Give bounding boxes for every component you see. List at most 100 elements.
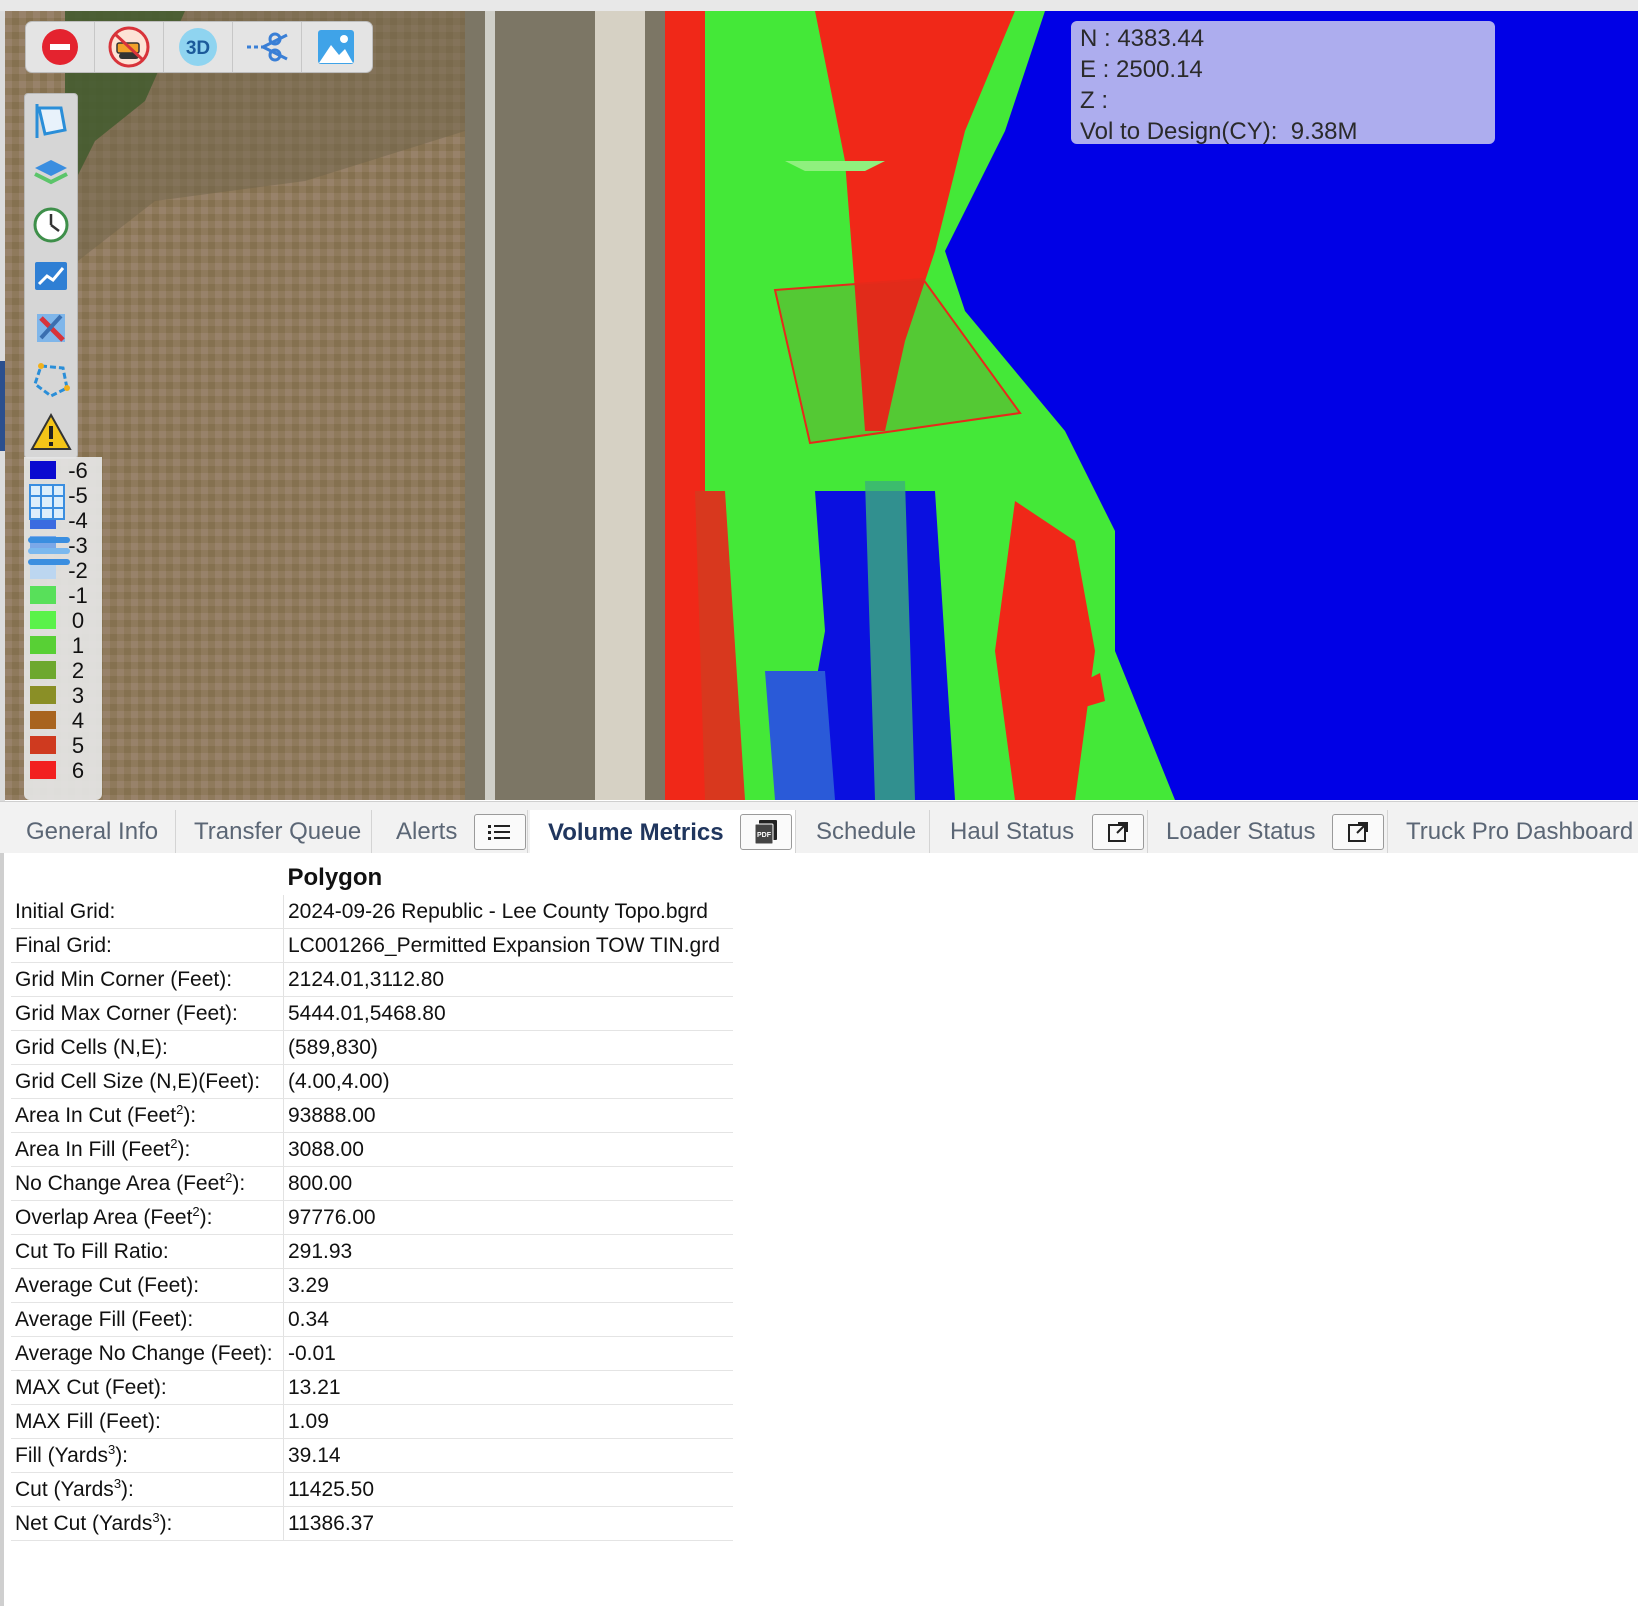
stop-button[interactable] (26, 22, 95, 72)
metric-label-text: Area In Cut (Feet (15, 1103, 177, 1127)
volume-value: 9.38M (1290, 118, 1358, 145)
tab-transfer-queue[interactable]: Transfer Queue (176, 810, 372, 854)
metric-label: Grid Min Corner (Feet): (11, 962, 284, 997)
tools-icon (37, 314, 65, 342)
metric-label: Final Grid: (11, 928, 284, 963)
legend-row: 2 (24, 657, 102, 683)
metric-label-tail: ): (177, 1137, 191, 1161)
metric-label-tail: ): (115, 1443, 129, 1467)
haul-status-popout-button[interactable] (1092, 814, 1144, 850)
metric-value: 97776.00 (283, 1200, 733, 1235)
metric-label-text: Grid Max Corner (Feet): (15, 1001, 238, 1025)
table-row: Grid Cell Size (N,E)(Feet): (4.00,4.00) (11, 1064, 733, 1099)
warning-icon (30, 412, 72, 450)
polygon-select-button[interactable] (25, 94, 77, 146)
legend-label: 2 (71, 658, 85, 683)
alerts-list-button[interactable] (474, 814, 526, 850)
metric-label-text: Average No Change (Feet): (15, 1341, 273, 1365)
layers-icon (34, 160, 68, 185)
polygon-select-icon (35, 104, 67, 138)
view-3d-button[interactable]: 3D (164, 22, 233, 72)
metric-label-tail: ): (183, 1103, 197, 1127)
legend-label: 5 (71, 733, 85, 758)
legend-swatch (30, 686, 56, 704)
legend-swatch (30, 711, 56, 729)
metric-label-text: Net Cut (Yards (15, 1511, 153, 1535)
metric-label-text: Grid Cell Size (N,E)(Feet): (15, 1069, 261, 1093)
metric-label: MAX Cut (Feet): (11, 1370, 284, 1405)
metric-value: 2124.01,3112.80 (283, 962, 733, 997)
metric-value: -0.01 (283, 1336, 733, 1371)
table-row: MAX Cut (Feet): 13.21 (11, 1370, 733, 1405)
image-button[interactable] (302, 22, 370, 72)
table-row: Initial Grid: 2024-09-26 Republic - Lee C… (11, 895, 733, 929)
metric-unit-exponent: 2 (192, 1203, 200, 1219)
metric-label-text: No Change Area (Feet (15, 1171, 226, 1195)
loader-status-popout-button[interactable] (1332, 814, 1384, 850)
metric-label: MAX Fill (Feet): (11, 1404, 284, 1439)
metric-unit-exponent: 3 (152, 1509, 160, 1525)
metric-label-text: Fill (Yards (15, 1443, 108, 1467)
table-row: Average Fill (Feet): 0.34 (11, 1302, 733, 1337)
polygon-header: Polygon (287, 864, 383, 891)
volume-pdf-button[interactable]: PDF (740, 814, 792, 850)
lines-icon (28, 537, 70, 565)
legend-row: 4 (24, 707, 102, 733)
map-view[interactable]: 3D -6 -5 -4 -3 -2 -1 0 1 2 3 4 5 6 N: 4… (5, 11, 1638, 800)
volume-label: Vol to Design(CY): (1080, 118, 1278, 145)
machine-toggle-button[interactable] (95, 22, 164, 72)
tab-general-info[interactable]: General Info (8, 810, 176, 854)
list-icon (488, 825, 510, 840)
tab-label: Alerts (396, 818, 458, 845)
metric-label: Cut To Fill Ratio: (11, 1234, 284, 1269)
legend-swatch (30, 461, 56, 479)
table-row: Grid Cells (N,E): (589,830) (11, 1030, 733, 1065)
legend-swatch (30, 761, 56, 779)
metric-value: 93888.00 (283, 1098, 733, 1133)
tab-schedule[interactable]: Schedule (798, 810, 930, 854)
metric-label-text: Final Grid: (15, 933, 112, 957)
table-row: Grid Min Corner (Feet): 2124.01,3112.80 (11, 962, 733, 997)
metric-value: 0.34 (283, 1302, 733, 1337)
svg-text:3D: 3D (186, 38, 210, 59)
table-row: Area In Cut (Feet2): 93888.00 (11, 1098, 733, 1133)
metric-label: Grid Cells (N,E): (11, 1030, 284, 1065)
legend-swatch (30, 611, 56, 629)
grid-button[interactable] (26, 481, 68, 528)
metric-value: 291.93 (283, 1234, 733, 1269)
metric-label-tail: ): (159, 1511, 173, 1535)
tab-truck-pro-dashboard[interactable]: Truck Pro Dashboard (1388, 810, 1638, 854)
legend-label: 6 (71, 758, 85, 783)
draw-polygon-button[interactable] (25, 354, 77, 406)
cut-line-icon (247, 32, 288, 62)
chart-button[interactable] (25, 250, 77, 302)
legend-row: 5 (24, 732, 102, 758)
lines-button[interactable] (26, 531, 72, 576)
metric-label: Area In Fill (Feet2): (11, 1132, 284, 1167)
legend-label: 3 (71, 683, 85, 708)
metric-label: Average Cut (Feet): (11, 1268, 284, 1303)
metric-value: 2024-09-26 Republic - Lee County Topo.bg… (283, 895, 733, 929)
cut-line-button[interactable] (233, 22, 302, 72)
legend-swatch (30, 736, 56, 754)
history-button[interactable] (25, 198, 77, 250)
layers-button[interactable] (25, 146, 77, 198)
external-link-icon (1108, 822, 1128, 842)
table-row: No Change Area (Feet2): 800.00 (11, 1166, 733, 1201)
metric-label: No Change Area (Feet2): (11, 1166, 284, 1201)
table-row: Final Grid: LC001266_Permitted Expansion … (11, 928, 733, 963)
map-sidebar (24, 93, 78, 459)
table-row: Grid Max Corner (Feet): 5444.01,5468.80 (11, 996, 733, 1031)
legend-label: 0 (71, 608, 85, 633)
metric-label-text: MAX Cut (Feet): (15, 1375, 167, 1399)
volume-to-design: Vol to Design(CY): 9.38M (1080, 116, 1495, 147)
tab-bar: General Info Transfer Queue Alerts Volum… (0, 801, 1638, 855)
warning-button[interactable] (25, 406, 77, 458)
tools-button[interactable] (25, 302, 77, 354)
legend-row: 0 (24, 607, 102, 633)
metric-value: (4.00,4.00) (283, 1064, 733, 1099)
metric-value: 1.09 (283, 1404, 733, 1439)
tab-label: General Info (26, 818, 159, 845)
tab-label: Haul Status (950, 818, 1075, 845)
easting: E : 2500.14 (1080, 56, 1203, 83)
